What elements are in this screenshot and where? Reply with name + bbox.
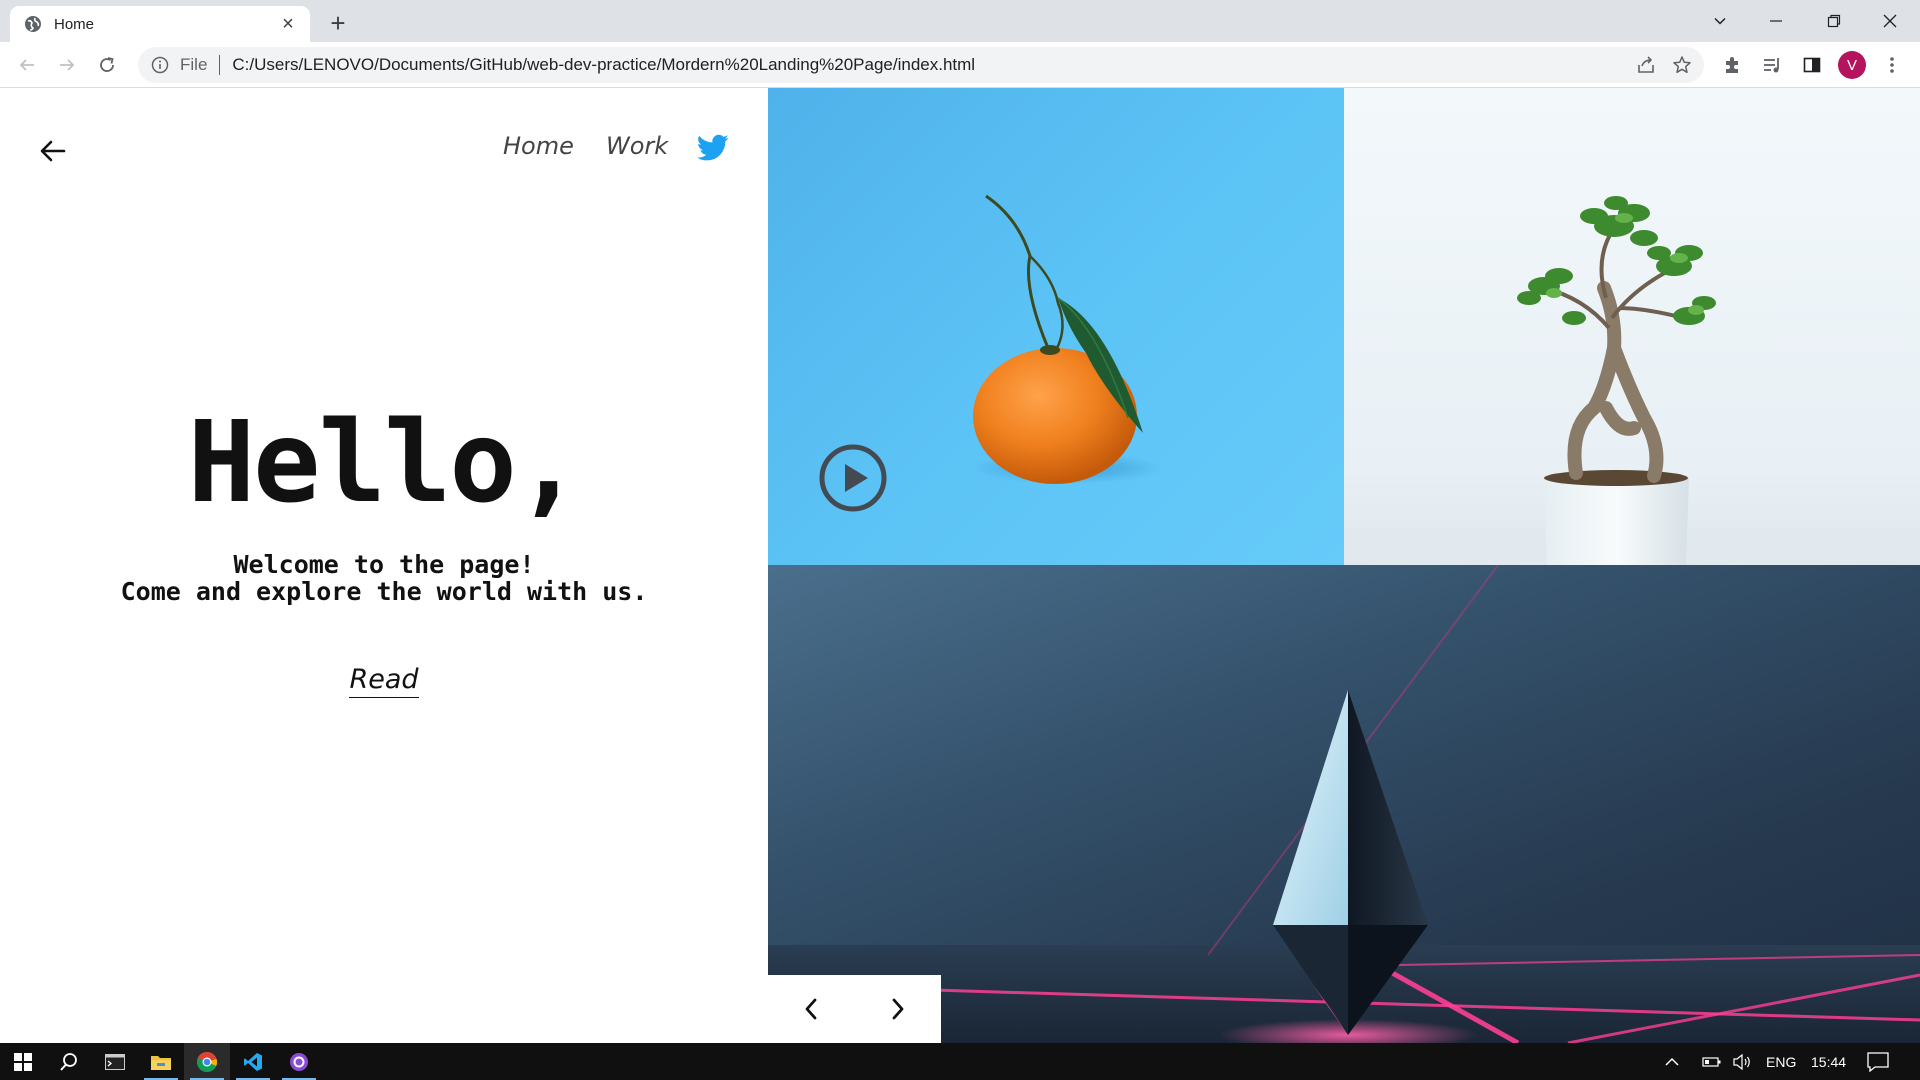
chevron-right-icon[interactable] bbox=[878, 989, 918, 1029]
file-explorer-icon[interactable] bbox=[138, 1043, 184, 1080]
back-button[interactable] bbox=[11, 49, 43, 81]
read-link-wrapper: Read bbox=[0, 664, 768, 698]
back-arrow-icon[interactable] bbox=[36, 134, 70, 168]
crystal-illustration bbox=[768, 565, 1920, 1043]
avatar: V bbox=[1838, 51, 1866, 79]
orange-image bbox=[768, 88, 1344, 565]
share-icon[interactable] bbox=[1628, 47, 1664, 83]
read-link[interactable]: Read bbox=[349, 664, 419, 698]
vscode-icon[interactable] bbox=[230, 1043, 276, 1080]
info-icon[interactable] bbox=[150, 55, 170, 75]
url-text[interactable]: C:/Users/LENOVO/Documents/GitHub/web-dev… bbox=[232, 55, 1628, 75]
restore-button[interactable] bbox=[1806, 0, 1862, 42]
side-panel-icon[interactable] bbox=[1796, 49, 1828, 81]
hero-panel: Home Work Hello, Welcome to the page! Co… bbox=[0, 88, 768, 1043]
extensions-icon[interactable] bbox=[1716, 49, 1748, 81]
chrome-icon[interactable] bbox=[184, 1043, 230, 1080]
crystal-prism-image bbox=[768, 565, 1920, 1043]
hero-subtitle: Welcome to the page! Come and explore th… bbox=[0, 551, 768, 605]
windows-start-icon[interactable] bbox=[0, 1043, 46, 1080]
nav-link-home[interactable]: Home bbox=[503, 132, 574, 160]
browser-toolbar: File C:/Users/LENOVO/Documents/GitHub/we… bbox=[0, 42, 1920, 88]
close-window-button[interactable] bbox=[1862, 0, 1918, 42]
bookmark-star-icon[interactable] bbox=[1664, 47, 1700, 83]
reload-button[interactable] bbox=[91, 49, 123, 81]
new-tab-button[interactable]: + bbox=[324, 8, 352, 38]
omnibox-divider bbox=[219, 55, 221, 75]
clock-time[interactable]: 15:44 bbox=[1811, 1043, 1846, 1080]
globe-icon bbox=[24, 15, 42, 33]
bonsai-plant-image bbox=[1344, 88, 1920, 565]
windows-taskbar: ENG 15:44 bbox=[0, 1043, 1920, 1080]
profile-avatar[interactable]: V bbox=[1836, 49, 1868, 81]
search-icon[interactable] bbox=[46, 1043, 92, 1080]
hero-title: Hello, bbox=[187, 398, 583, 528]
browser-tabstrip: Home × + bbox=[0, 0, 1920, 42]
chevron-left-icon[interactable] bbox=[791, 989, 831, 1029]
notification-center-icon[interactable] bbox=[1858, 1043, 1898, 1080]
language-indicator[interactable]: ENG bbox=[1766, 1043, 1796, 1080]
plant-illustration bbox=[1344, 196, 1920, 565]
more-menu-icon[interactable] bbox=[1876, 49, 1908, 81]
hero-subtitle-line-1: Welcome to the page! bbox=[233, 550, 535, 579]
tab-close-button[interactable]: × bbox=[278, 14, 298, 34]
address-bar[interactable]: File C:/Users/LENOVO/Documents/GitHub/we… bbox=[138, 47, 1704, 83]
github-desktop-icon[interactable] bbox=[276, 1043, 322, 1080]
image-gallery bbox=[768, 88, 1920, 1043]
nav-link-work[interactable]: Work bbox=[606, 132, 668, 160]
scheme-label: File bbox=[180, 55, 208, 74]
volume-icon[interactable] bbox=[1729, 1043, 1755, 1080]
twitter-icon[interactable] bbox=[697, 134, 729, 166]
hero-subtitle-line-2: Come and explore the world with us. bbox=[120, 577, 648, 606]
battery-icon[interactable] bbox=[1699, 1043, 1725, 1080]
tab-title: Home bbox=[54, 15, 95, 33]
page-viewport: Home Work Hello, Welcome to the page! Co… bbox=[0, 88, 1920, 1043]
minimize-button[interactable] bbox=[1748, 0, 1804, 42]
play-icon[interactable] bbox=[818, 443, 888, 513]
slider-controls bbox=[768, 975, 941, 1043]
tab-search-icon[interactable] bbox=[1692, 0, 1748, 42]
terminal-icon[interactable] bbox=[92, 1043, 138, 1080]
browser-tab-home[interactable]: Home × bbox=[10, 6, 310, 42]
forward-button[interactable] bbox=[51, 49, 83, 81]
media-control-icon[interactable] bbox=[1756, 49, 1788, 81]
chevron-up-icon[interactable] bbox=[1660, 1043, 1684, 1080]
